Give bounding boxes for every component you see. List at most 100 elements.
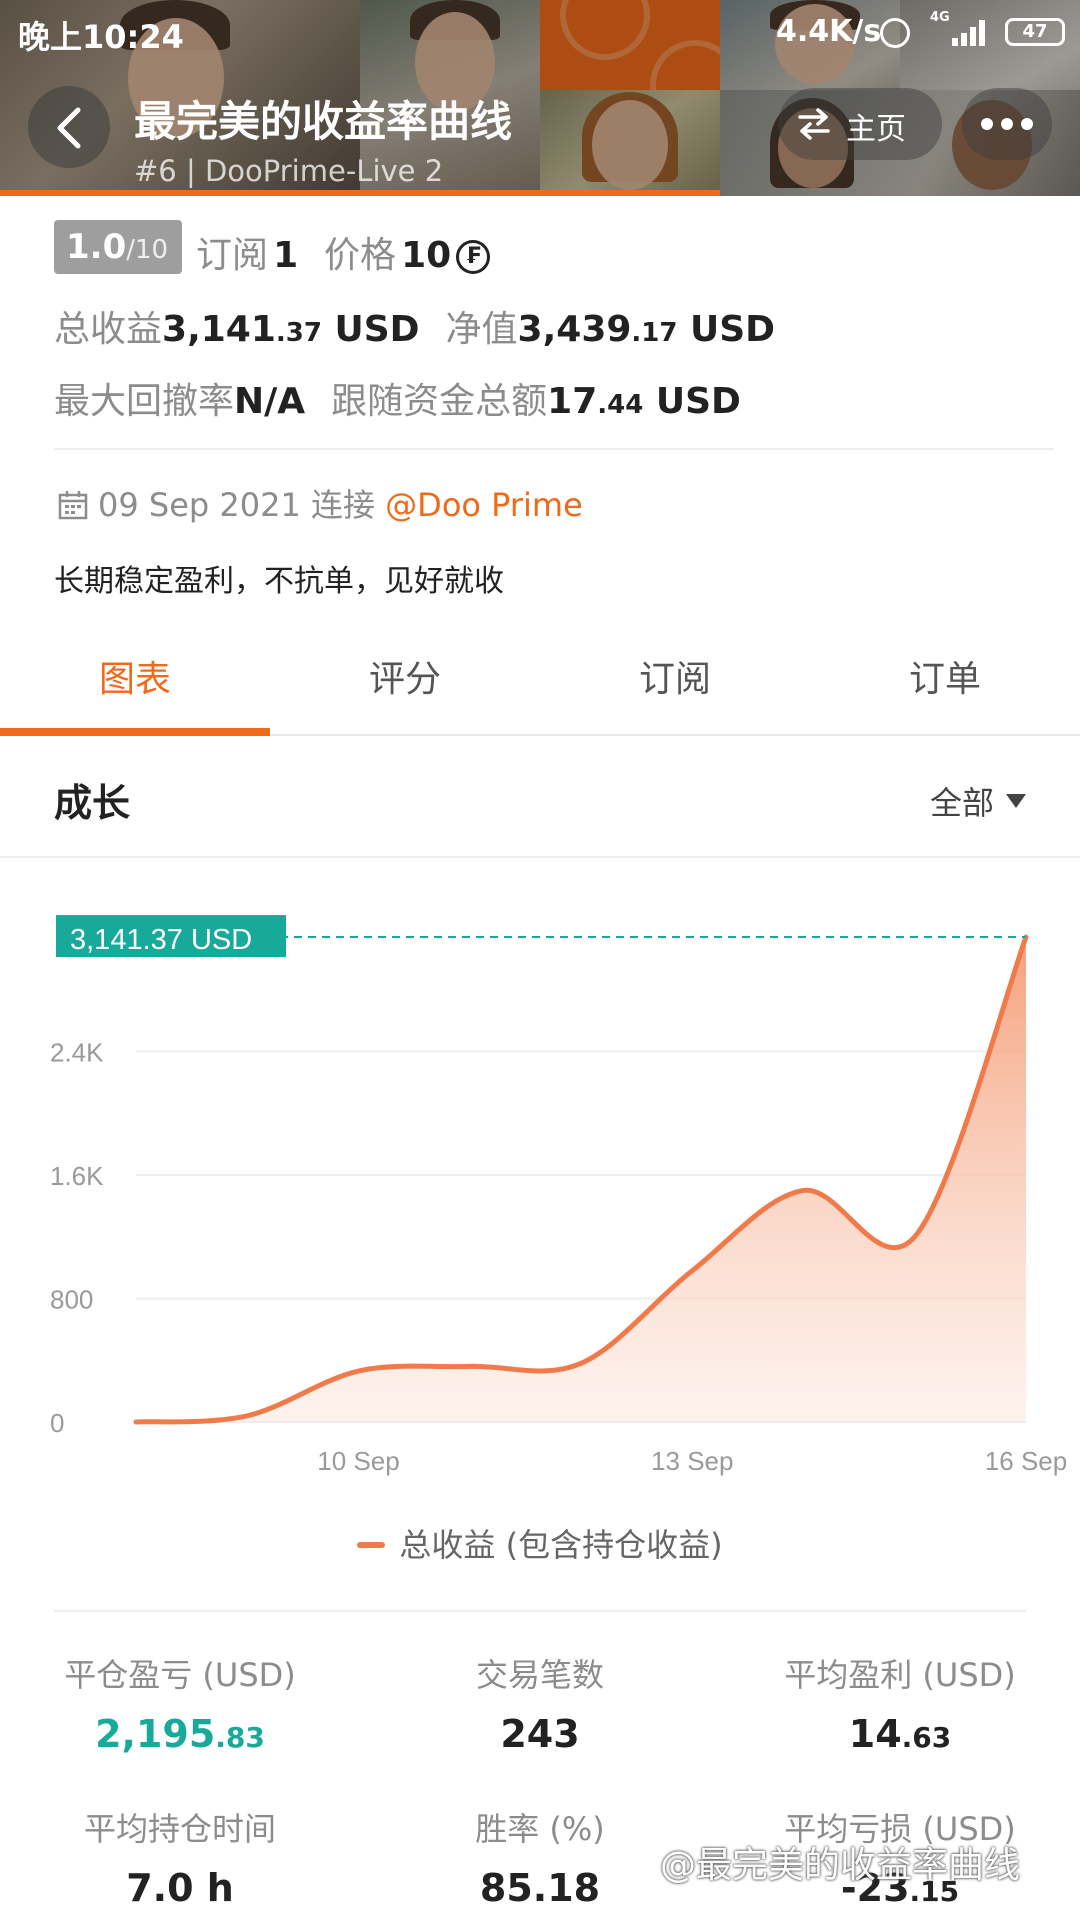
stat-value-int: 14 (848, 1712, 902, 1756)
legend-label: 总收益 (包含持仓收益) (399, 1526, 723, 1564)
stat-value-int: 85.18 (479, 1866, 601, 1910)
status-time: 晚上10:24 (18, 18, 184, 56)
tab-orders[interactable]: 订单 (810, 630, 1080, 736)
stat-avg-hold-time: 平均持仓时间 7.0 h (0, 1804, 360, 1910)
rating-value: 1.0 (66, 227, 127, 267)
current-value-label: 3,141.37 USD (70, 924, 252, 956)
data-point (579, 1361, 583, 1365)
equity-dec: .17 (631, 318, 678, 348)
follow-unit: USD (643, 381, 741, 422)
tab-subscription[interactable]: 订阅 (540, 630, 810, 736)
data-point (913, 1235, 917, 1239)
stat-value-int: 243 (500, 1712, 580, 1756)
caret-down-icon (1006, 794, 1026, 808)
connected-since: 09 Sep 2021 连接 @Doo Prime (58, 480, 583, 526)
stat-trade-count: 交易笔数 243 (360, 1650, 720, 1756)
subscribe-label: 订阅 (196, 235, 269, 276)
back-arrow-icon (57, 107, 81, 149)
total-profit-value: 3,141.37 USD (162, 309, 420, 350)
range-label: 全部 (929, 784, 994, 822)
equity-int: 3,439 (517, 309, 632, 350)
stat-value: 14.63 (720, 1712, 1080, 1756)
data-point (802, 1188, 806, 1192)
total-profit-label: 总收益 (54, 309, 163, 350)
x-tick-label: 10 Sep (317, 1446, 399, 1476)
range-dropdown[interactable]: 全部 (930, 778, 1026, 824)
equity-value: 3,439.17 USD (518, 309, 776, 350)
back-button[interactable] (28, 86, 110, 168)
stat-label: 平均持仓时间 (83, 1810, 276, 1848)
coin-icon: ₣ (456, 240, 491, 274)
equity-unit: USD (677, 309, 776, 350)
data-point (468, 1364, 472, 1368)
x-tick-label: 13 Sep (651, 1446, 733, 1476)
follow-funds-value: 17.44 USD (547, 381, 741, 422)
drawdown-label: 最大回撤率 (54, 381, 235, 422)
follow-int: 17 (547, 381, 598, 422)
chart-legend: 总收益 (包含持仓收益) (0, 1520, 1080, 1566)
status-net-speed: 4.4K/s (776, 14, 882, 49)
tab-rating[interactable]: 评分 (270, 630, 540, 736)
home-button[interactable]: 主页 (778, 88, 942, 160)
legend-swatch (357, 1542, 386, 1548)
signal-icon (938, 18, 988, 46)
growth-chart[interactable]: 0 800 1.6K 2.4K 3,141.37 USD 10 Sep 13 Sep 16 S… (0, 880, 1080, 1490)
growth-title: 成长 (54, 781, 131, 825)
equity-label: 净值 (445, 309, 518, 350)
series-area (136, 937, 1026, 1422)
subscribe-count: 1 (273, 235, 299, 276)
alarm-icon (880, 18, 910, 48)
watermark: @最完美的收益率曲线 (660, 1845, 1021, 1886)
page-title: 最完美的收益率曲线 (134, 97, 513, 146)
price-value: 10 (401, 235, 452, 276)
stat-closed-pnl: 平仓盈亏 (USD) 2,195.83 (0, 1650, 360, 1756)
status-bar: 晚上10:24 4.4K/s 4G 47 (0, 0, 1080, 66)
stat-value-dec: .63 (901, 1721, 952, 1754)
stat-value: 7.0 h (0, 1866, 360, 1910)
y-tick-label: 2.4K (50, 1038, 104, 1068)
divider (54, 448, 1054, 450)
drawdown-value: N/A (234, 381, 306, 422)
header-accent (0, 190, 720, 196)
info-row-drawdown: 最大回撤率N/A 跟随资金总额17.44 USD (54, 372, 741, 424)
broker-link[interactable]: @Doo Prime (385, 486, 583, 524)
stat-label: 交易笔数 (475, 1656, 604, 1694)
swap-icon (798, 108, 830, 140)
stat-label: 平仓盈亏 (USD) (64, 1656, 296, 1694)
follow-funds-label: 跟随资金总额 (331, 381, 548, 422)
more-button[interactable] (962, 88, 1052, 160)
follow-dec: .44 (597, 390, 644, 420)
data-point (690, 1269, 694, 1273)
header: 晚上10:24 4.4K/s 4G 47 最完美的收益率曲线 #6 | DooP… (0, 0, 1080, 196)
rating-badge: 1.0/10 (54, 220, 182, 274)
data-point (357, 1369, 361, 1373)
stat-value: 243 (360, 1712, 720, 1756)
strategy-description: 长期稳定盈利，不抗单，见好就收 (54, 564, 504, 599)
stat-value: 2,195.83 (0, 1712, 360, 1756)
divider (0, 856, 1080, 858)
stat-value-int: 7.0 h (126, 1866, 234, 1910)
data-point (134, 1420, 138, 1424)
tab-bar: 图表 评分 订阅 订单 (0, 630, 1080, 736)
stat-value-int: 2,195 (95, 1712, 216, 1756)
page: 晚上10:24 4.4K/s 4G 47 最完美的收益率曲线 #6 | DooP… (0, 0, 1080, 1920)
since-date: 09 Sep 2021 (98, 486, 301, 524)
total-profit-dec: .37 (275, 318, 322, 348)
tab-chart[interactable]: 图表 (0, 630, 270, 736)
divider (54, 1610, 1026, 1612)
home-label: 主页 (846, 112, 906, 147)
total-profit-unit: USD (321, 309, 420, 350)
stat-label: 平均盈利 (USD) (784, 1656, 1016, 1694)
since-verb: 连接 (310, 486, 375, 524)
calendar-icon (58, 491, 88, 520)
x-tick-label: 16 Sep (985, 1446, 1067, 1476)
account-subtitle: #6 | DooPrime-Live 2 (134, 154, 444, 188)
y-tick-label: 0 (50, 1408, 64, 1438)
price-label: 价格 (324, 235, 397, 276)
growth-header: 成长 全部 (0, 738, 1080, 858)
stat-value-dec: .83 (215, 1721, 265, 1754)
data-point (245, 1414, 249, 1418)
stat-avg-profit: 平均盈利 (USD) 14.63 (720, 1650, 1080, 1756)
total-profit-int: 3,141 (162, 309, 276, 350)
active-tab-indicator (0, 728, 270, 736)
